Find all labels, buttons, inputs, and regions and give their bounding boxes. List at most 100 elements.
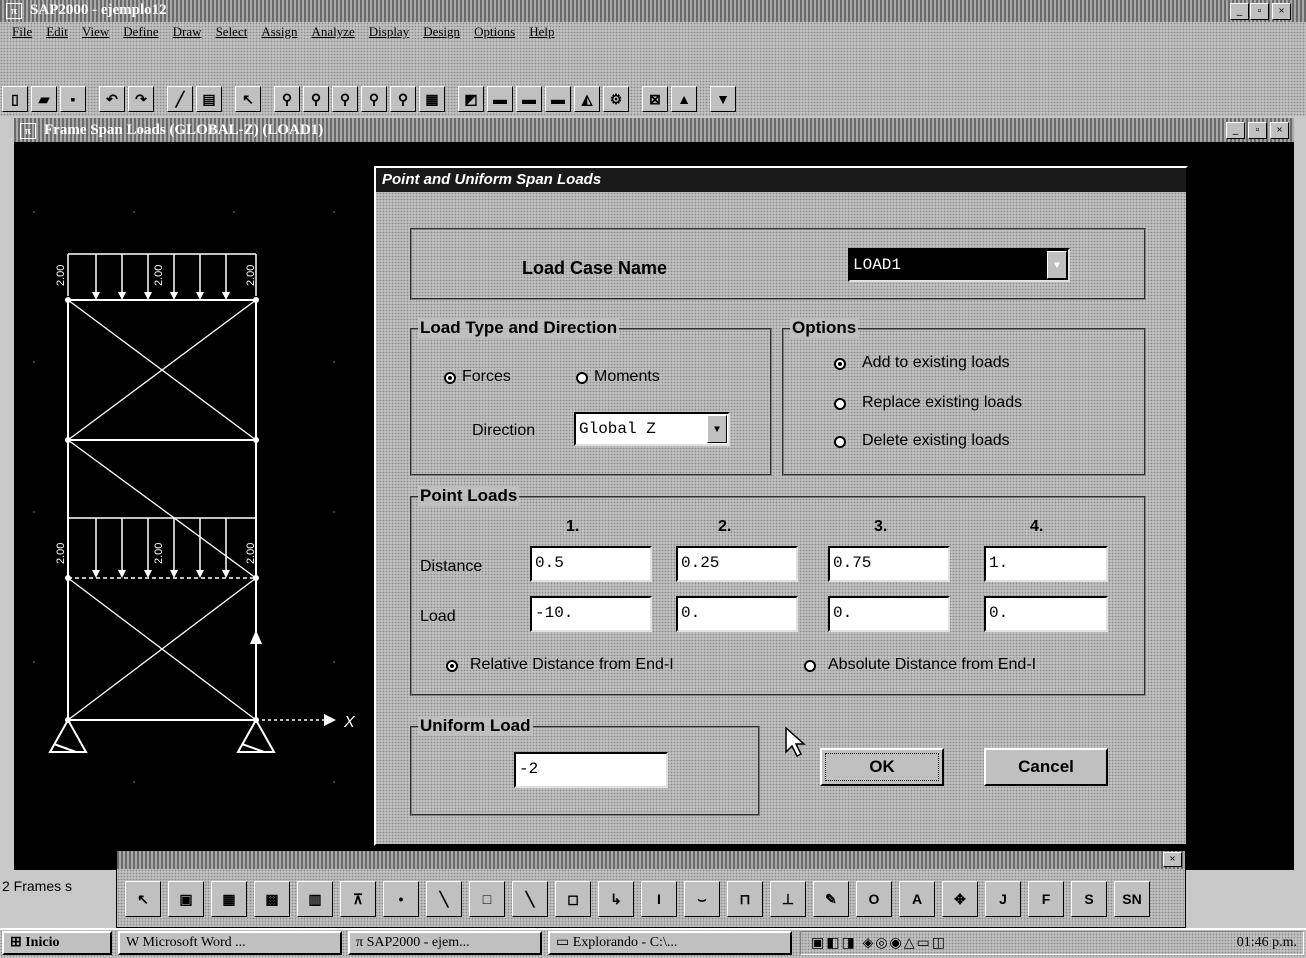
close-button[interactable]: ×: [1272, 3, 1291, 20]
draw-toolbar-close-button[interactable]: ×: [1163, 852, 1182, 867]
pointer-icon[interactable]: ↖: [235, 86, 261, 112]
down-icon[interactable]: ▼: [710, 86, 736, 112]
replace-existing-radio[interactable]: [834, 398, 846, 410]
subwindow-maximize-button[interactable]: ▫: [1248, 122, 1267, 139]
word-icon: W: [126, 935, 143, 950]
menu-item-edit[interactable]: Edit: [46, 22, 68, 44]
set-elements-icon[interactable]: ⚙: [603, 86, 629, 112]
draw-member-icon[interactable]: ⊓: [727, 881, 763, 917]
zoom-full-icon[interactable]: ⚲: [361, 86, 387, 112]
refresh-icon[interactable]: ▦: [419, 86, 445, 112]
draw-s-icon[interactable]: S: [1071, 881, 1107, 917]
distance-field-1[interactable]: 0.5: [530, 546, 652, 582]
add-existing-radio[interactable]: [834, 358, 846, 370]
redo-icon[interactable]: ↷: [128, 86, 154, 112]
app-system-icon[interactable]: π: [6, 3, 22, 19]
draw-circle-icon[interactable]: O: [856, 881, 892, 917]
taskbar-item-word[interactable]: W Microsoft Word ...: [118, 931, 342, 955]
draw-frame-line-icon[interactable]: ╲: [426, 881, 462, 917]
draw-quick-frame-icon[interactable]: ▥: [297, 881, 333, 917]
xz-view-icon[interactable]: ▬: [516, 86, 542, 112]
forces-radio[interactable]: [444, 372, 456, 384]
draw-text-icon[interactable]: I: [641, 881, 677, 917]
replace-existing-label: Replace existing loads: [862, 394, 1023, 411]
distance-field-3[interactable]: 0.75: [828, 546, 950, 582]
maximize-button[interactable]: ▫: [1250, 3, 1269, 20]
zoom-out-icon[interactable]: ⚲: [332, 86, 358, 112]
draw-sn-icon[interactable]: SN: [1114, 881, 1150, 917]
minimize-button[interactable]: _: [1230, 3, 1249, 20]
draw-analyze-icon[interactable]: A: [899, 881, 935, 917]
direction-value: Global Z: [579, 420, 656, 438]
new-file-icon[interactable]: ▯: [2, 86, 28, 112]
direction-chevron-down-icon[interactable]: ▼: [707, 415, 727, 443]
draw-quick-shell-icon[interactable]: ▩: [254, 881, 290, 917]
subwindow-close-button[interactable]: ×: [1270, 122, 1289, 139]
menu-item-display[interactable]: Display: [369, 22, 409, 44]
absolute-distance-radio[interactable]: [804, 660, 816, 672]
chevron-down-icon[interactable]: ▼: [1047, 251, 1067, 279]
load-case-select[interactable]: LOAD1 ▼: [848, 248, 1070, 282]
menu-item-define[interactable]: Define: [123, 22, 158, 44]
distance-field-2[interactable]: 0.25: [676, 546, 798, 582]
distance-field-4[interactable]: 1.: [984, 546, 1108, 582]
draw-curve-icon[interactable]: ⌣: [684, 881, 720, 917]
draw-arrow-icon[interactable]: ↳: [598, 881, 634, 917]
start-button[interactable]: ⊞ Inicio: [2, 931, 112, 955]
draw-j-icon[interactable]: J: [985, 881, 1021, 917]
yz-view-icon[interactable]: ▬: [545, 86, 571, 112]
draw-draw-frame-icon[interactable]: ▣: [168, 881, 204, 917]
up-icon[interactable]: ▲: [671, 86, 697, 112]
frame-model[interactable]: 2.00 2.00 2.00 2.00 2.00 2.00 X: [14, 182, 394, 822]
load-field-3[interactable]: 0.: [828, 596, 950, 632]
zoom-window-icon[interactable]: ⚲: [274, 86, 300, 112]
save-icon[interactable]: ▪: [60, 86, 86, 112]
zoom-previous-icon[interactable]: ⚲: [390, 86, 416, 112]
undo-icon[interactable]: ↶: [99, 86, 125, 112]
direction-select[interactable]: Global Z ▼: [574, 412, 730, 446]
menu-item-design[interactable]: Design: [423, 22, 460, 44]
print-icon[interactable]: ▤: [196, 86, 222, 112]
menu-item-options[interactable]: Options: [474, 22, 515, 44]
menu-item-file[interactable]: File: [12, 22, 32, 44]
draw-f-icon[interactable]: F: [1028, 881, 1064, 917]
subwindow-minimize-button[interactable]: _: [1226, 122, 1245, 139]
menu-item-help[interactable]: Help: [529, 22, 554, 44]
windows-logo-icon: ⊞: [10, 935, 26, 950]
perspective-icon[interactable]: ◭: [574, 86, 600, 112]
draw-joint-restraint-icon[interactable]: ⊼: [340, 881, 376, 917]
delete-existing-radio[interactable]: [834, 436, 846, 448]
taskbar-item-explorer[interactable]: ▭ Explorando - C:\...: [548, 931, 792, 955]
xy-view-icon[interactable]: ▬: [487, 86, 513, 112]
draw-support-icon[interactable]: ⊥: [770, 881, 806, 917]
draw-pointer-icon[interactable]: ↖: [125, 881, 161, 917]
menu-item-select[interactable]: Select: [216, 22, 248, 44]
pencil-icon[interactable]: ╱: [167, 86, 193, 112]
menu-item-assign[interactable]: Assign: [261, 22, 297, 44]
load-field-1[interactable]: -10.: [530, 596, 652, 632]
3d-view-icon[interactable]: ◩: [458, 86, 484, 112]
moments-radio[interactable]: [576, 372, 588, 384]
load-field-2[interactable]: 0.: [676, 596, 798, 632]
draw-rectangle-icon[interactable]: □: [469, 881, 505, 917]
load-field-4[interactable]: 0.: [984, 596, 1108, 632]
relative-distance-radio[interactable]: [446, 660, 458, 672]
menu-item-draw[interactable]: Draw: [173, 22, 202, 44]
open-folder-icon[interactable]: ▰: [31, 86, 57, 112]
subwindow-system-icon[interactable]: π: [20, 123, 36, 139]
draw-joint-icon[interactable]: •: [383, 881, 419, 917]
uniform-load-field[interactable]: -2: [514, 752, 668, 788]
forces-label: Forces: [462, 368, 511, 385]
draw-design-icon[interactable]: ✥: [942, 881, 978, 917]
zoom-in-icon[interactable]: ⚲: [303, 86, 329, 112]
menu-item-analyze[interactable]: Analyze: [311, 22, 354, 44]
cancel-button[interactable]: Cancel: [984, 748, 1108, 786]
draw-area-icon[interactable]: ◻: [555, 881, 591, 917]
menu-item-view[interactable]: View: [82, 22, 109, 44]
ok-button[interactable]: OK: [820, 748, 944, 786]
draw-line-icon[interactable]: ╲: [512, 881, 548, 917]
taskbar-item-sap2000[interactable]: π SAP2000 - ejem...: [348, 931, 542, 955]
draw-edit-icon[interactable]: ✎: [813, 881, 849, 917]
shrink-icon[interactable]: ⊠: [642, 86, 668, 112]
draw-draw-shell-icon[interactable]: ▦: [211, 881, 247, 917]
